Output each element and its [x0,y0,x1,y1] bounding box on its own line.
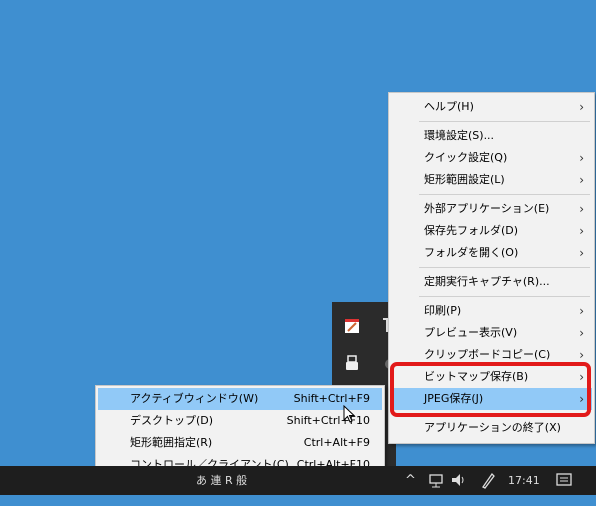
shortcut-label: Shift+Ctrl+F9 [293,392,370,405]
chevron-right-icon: › [579,246,584,260]
menu-separator [419,194,590,195]
taskbar: あ 連 R 般 ^ 17:41 [0,466,596,495]
ime-indicator[interactable]: あ 連 R 般 [196,466,247,495]
menu-item-exit[interactable]: アプリケーションの終了(X) [391,417,592,439]
clock[interactable]: 17:41 [508,466,540,495]
menu-item-scheduled-capture[interactable]: 定期実行キャプチャ(R)... [391,271,592,293]
menu-separator [419,121,590,122]
menu-item-open-folder[interactable]: フォルダを開く(O) › [391,242,592,264]
menu-separator [419,296,590,297]
shortcut-label: Shift+Ctrl+F10 [286,414,370,427]
red-highlight-box [390,362,591,417]
chevron-right-icon: › [579,173,584,187]
submenu-item-active-window[interactable]: アクティブウィンドウ(W) Shift+Ctrl+F9 [98,388,382,410]
show-hidden-icons-button[interactable]: ^ [405,466,416,495]
menu-item-print[interactable]: 印刷(P) › [391,300,592,322]
chevron-right-icon: › [579,100,584,114]
volume-icon[interactable] [450,466,466,495]
menu-item-preferences[interactable]: 環境設定(S)... [391,125,592,147]
menu-item-save-folder[interactable]: 保存先フォルダ(D) › [391,220,592,242]
menu-item-help[interactable]: ヘルプ(H) › [391,96,592,118]
usb-drive-icon[interactable] [344,354,360,370]
menu-item-preview[interactable]: プレビュー表示(V) › [391,322,592,344]
submenu-item-region[interactable]: 矩形範囲指定(R) Ctrl+Alt+F9 [98,432,382,454]
pen-ink-icon[interactable] [480,466,496,495]
notification-center-icon[interactable] [556,466,572,495]
menu-separator [419,267,590,268]
mouse-cursor-icon [343,404,356,427]
notepad-app-icon[interactable] [344,318,360,334]
menu-item-region-settings[interactable]: 矩形範囲設定(L) › [391,169,592,191]
chevron-right-icon: › [579,224,584,238]
submenu-item-desktop[interactable]: デスクトップ(D) Shift+Ctrl+F10 [98,410,382,432]
shortcut-label: Ctrl+Alt+F9 [303,436,370,449]
network-icon[interactable] [428,466,444,495]
chevron-right-icon: › [579,151,584,165]
chevron-right-icon: › [579,326,584,340]
chevron-right-icon: › [579,202,584,216]
chevron-right-icon: › [579,304,584,318]
menu-item-external-apps[interactable]: 外部アプリケーション(E) › [391,198,592,220]
menu-item-quick-settings[interactable]: クイック設定(Q) › [391,147,592,169]
